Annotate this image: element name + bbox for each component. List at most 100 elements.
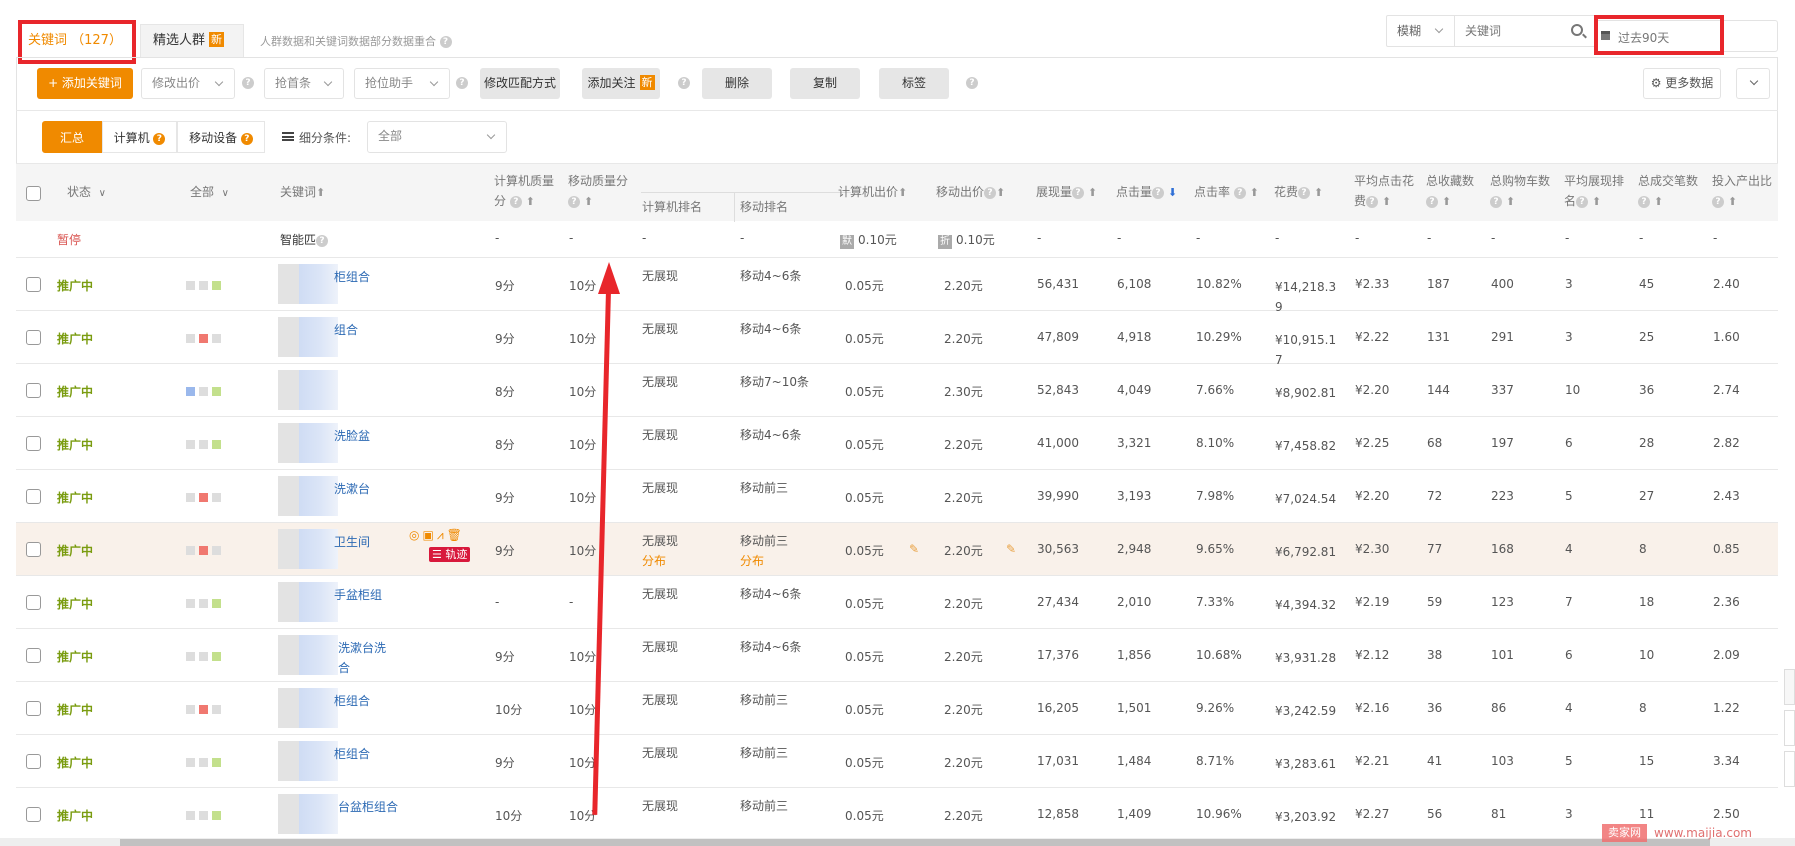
table-row[interactable]: 推广中 10分 10分 无展现 移动前三 0.05元 2.20元 16,205 1,501 9.2… (16, 682, 1778, 735)
help-icon[interactable]: ? (1490, 195, 1502, 208)
col-status[interactable]: 状态 ∨ (67, 182, 106, 204)
report-icon[interactable]: ▣ (422, 528, 436, 542)
track-button[interactable]: ☰ 轨迹 (429, 547, 471, 562)
search-icon[interactable] (1571, 24, 1583, 36)
help-icon[interactable]: ? (1366, 195, 1379, 208)
segment-pc[interactable]: 计算机 ? (102, 121, 177, 153)
help-icon[interactable]: ? (1576, 195, 1589, 208)
segment-summary[interactable]: 汇总 (42, 121, 102, 153)
table-row[interactable]: 推广中 9分 10分 无展现 移动4~6条 0.05元 2.20元 56,431 6,108 10… (16, 258, 1778, 314)
col-orders[interactable]: 总成交笔数? ⬆ (1638, 171, 1698, 212)
copy-button[interactable]: 复制 (790, 68, 860, 99)
help-icon[interactable]: ? (984, 186, 997, 199)
col-all[interactable]: 全部 ∨ (190, 182, 229, 204)
grab-first-select[interactable]: 抢首条 (264, 68, 344, 99)
mobile-rank-distribution-link[interactable]: 分布 (740, 552, 764, 569)
add-keyword-button[interactable]: + 添加关键词 (37, 68, 133, 99)
table-row[interactable]: 推广中 8分 10分 无展现 移动4~6条 0.05元 2.20元 41,000 3,321 8.… (16, 417, 1778, 470)
tab-selected-crowd[interactable]: 精选人群新 (140, 24, 244, 57)
row-checkbox[interactable] (26, 807, 41, 822)
trend-chart-icon[interactable]: ⩘ (437, 528, 447, 542)
modify-bid-select[interactable]: 修改出价 (141, 68, 235, 99)
col-pc-bid[interactable]: 计算机出价⬆ (838, 182, 907, 203)
tag-button[interactable]: 标签 (879, 68, 949, 99)
row-checkbox[interactable] (26, 701, 41, 716)
keyword-link[interactable]: 洗脸盆 (334, 426, 394, 446)
help-icon[interactable]: ? (1072, 186, 1085, 199)
scrollbar-thumb[interactable] (120, 839, 1710, 846)
row-checkbox[interactable] (26, 330, 41, 345)
col-clicks[interactable]: 点击量? ⬇ (1116, 182, 1177, 203)
row-checkbox[interactable] (26, 595, 41, 610)
edit-pc-bid-icon[interactable]: ✎ (909, 542, 919, 556)
help-icon[interactable]: ? (242, 77, 254, 89)
help-icon[interactable]: ? (1426, 195, 1438, 208)
help-icon[interactable]: ? (678, 77, 690, 89)
col-avg-cpc[interactable]: 平均点击花费? ⬆ (1354, 171, 1414, 212)
help-icon[interactable]: ? (456, 77, 468, 89)
row-checkbox[interactable] (26, 648, 41, 663)
add-follow-button[interactable]: 添加关注新 (582, 68, 660, 99)
table-row[interactable]: 推广中 10分 10分 无展现 移动前三 0.05元 2.20元 12,858 1,409 10.… (16, 788, 1778, 841)
col-avg-rank[interactable]: 平均展现排名? ⬆ (1564, 171, 1624, 212)
col-favorites[interactable]: 总收藏数? ⬆ (1426, 171, 1474, 212)
keyword-link[interactable]: 手盆柜组 (334, 585, 394, 605)
table-row[interactable]: 推广中 9分 10分 无展现 移动前三 0.05元 2.20元 39,990 3,193 7.98… (16, 470, 1778, 523)
filter-select[interactable]: 全部 (367, 121, 507, 153)
help-icon[interactable]: ? (1152, 186, 1165, 199)
select-all-checkbox[interactable] (26, 186, 41, 201)
col-carts[interactable]: 总购物车数? ⬆ (1490, 171, 1550, 212)
col-cost[interactable]: 花费? ⬆ (1274, 182, 1323, 203)
help-icon[interactable]: ? (1298, 186, 1311, 199)
table-row[interactable]: 推广中 9分 10分 无展现 移动4~6条 0.05元 2.20元 47,809 4,918 10… (16, 311, 1778, 367)
keyword-link[interactable]: 洗漱台洗 合 (338, 638, 398, 678)
help-icon[interactable]: ? (966, 77, 978, 89)
keyword-link[interactable]: 台盆柜组合 (338, 797, 398, 817)
help-icon[interactable]: ? (1233, 186, 1246, 199)
search-input[interactable] (1457, 16, 1557, 46)
keyword-link[interactable]: 柜组合 (334, 744, 394, 764)
col-keyword[interactable]: 关键词⬆ (280, 182, 325, 203)
rank-helper-select[interactable]: 抢位助手 (354, 68, 450, 99)
pc-rank-distribution-link[interactable]: 分布 (642, 552, 666, 569)
help-icon[interactable]: ? (568, 195, 580, 208)
side-float-button[interactable] (1784, 669, 1795, 705)
help-icon[interactable]: ? (509, 195, 522, 208)
keyword-link[interactable]: 洗漱台 (334, 479, 394, 499)
edit-mobile-bid-icon[interactable]: ✎ (1006, 542, 1016, 556)
table-row[interactable]: 推广中 9分 10分 无展现 移动前三 0.05元 2.20元 17,031 1,484 8.71… (16, 735, 1778, 788)
help-icon[interactable]: ? (439, 36, 452, 48)
table-row[interactable]: 推广中 9分 10分 无展现 移动4~6条 0.05元 2.20元 17,376 1,856 10… (16, 629, 1778, 682)
help-icon[interactable]: ? (1712, 195, 1724, 208)
row-checkbox[interactable] (26, 436, 41, 451)
segment-mobile[interactable]: 移动设备 ? (177, 121, 265, 153)
col-ctr[interactable]: 点击率 ? ⬆ (1194, 182, 1259, 203)
more-data-button[interactable]: ⚙ 更多数据 (1643, 68, 1721, 99)
expand-button[interactable] (1736, 68, 1770, 99)
keyword-link[interactable]: 组合 (334, 320, 394, 340)
table-row[interactable]: 推广中 8分 10分 无展现 移动7~10条 0.05元 2.30元 52,843 4,049 7… (16, 364, 1778, 417)
col-mobile-quality[interactable]: 移动质量分? ⬆ (568, 171, 628, 212)
help-icon[interactable]: ? (153, 132, 166, 145)
help-icon[interactable]: ? (316, 234, 329, 247)
help-icon[interactable]: ? (240, 132, 253, 145)
search-mode-select[interactable]: 模糊 (1387, 16, 1455, 46)
row-checkbox[interactable] (26, 754, 41, 769)
side-float-button[interactable] (1784, 751, 1795, 787)
trash-icon[interactable]: 🗑 (447, 528, 465, 542)
row-checkbox[interactable] (26, 489, 41, 504)
help-icon[interactable]: ? (1638, 195, 1650, 208)
keyword-link[interactable]: 柜组合 (334, 691, 394, 711)
table-row[interactable]: 推广中 - - 无展现 移动4~6条 0.05元 2.20元 27,434 2,010 7.33%… (16, 576, 1778, 629)
col-mobile-bid[interactable]: 移动出价? ⬆ (936, 182, 1005, 203)
keyword-link[interactable]: 柜组合 (334, 267, 394, 287)
col-roi[interactable]: 投入产出比? ⬆ (1712, 171, 1772, 212)
row-checkbox[interactable] (26, 542, 41, 557)
target-icon[interactable]: ◎ (409, 528, 422, 542)
row-checkbox[interactable] (26, 383, 41, 398)
col-pc-quality[interactable]: 计算机质量分 ? ⬆ (494, 171, 554, 212)
col-impressions[interactable]: 展现量? ⬆ (1036, 182, 1097, 203)
side-float-button[interactable] (1784, 710, 1795, 746)
modify-match-button[interactable]: 修改匹配方式 (480, 68, 560, 99)
row-checkbox[interactable] (26, 277, 41, 292)
